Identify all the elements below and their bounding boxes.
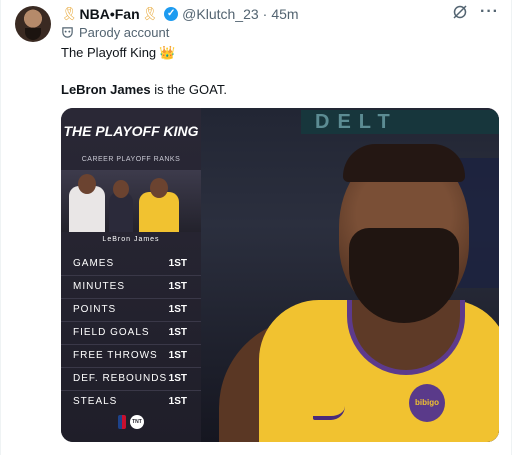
verified-badge-icon[interactable]: ✓ — [164, 7, 179, 21]
tweet[interactable]: 🎗 NBA•Fan 🎗 ✓ @Klutch_23 · 45m ··· Parod… — [0, 0, 512, 455]
avatar[interactable] — [15, 6, 51, 42]
stat-label: FIELD GOALS — [73, 327, 150, 338]
stats-panel: THE PLAYOFF KING CAREER PLAYOFF RANKS Le… — [61, 108, 201, 442]
parody-label: Parody account — [61, 25, 169, 40]
photo-figure-head — [150, 178, 168, 198]
tnt-logo-icon: TNT — [130, 414, 144, 429]
more-icon[interactable]: ··· — [480, 4, 499, 20]
video-frame[interactable]: DELT bibigo — [201, 108, 499, 442]
rank-row: POINTS 1ST — [61, 298, 201, 321]
photo-figure — [109, 192, 133, 232]
photo-figure-head — [113, 180, 129, 198]
stat-rank: 1ST — [168, 281, 187, 292]
player-hair — [343, 144, 465, 182]
stat-rank: 1ST — [168, 396, 187, 407]
panel-player-name: LeBron James — [102, 236, 160, 243]
stat-rank: 1ST — [168, 373, 187, 384]
tweet-text-rest: is the GOAT. — [150, 82, 227, 97]
rank-row: FREE THROWS 1ST — [61, 344, 201, 367]
tweet-media[interactable]: DELT bibigo THE PLAYOFF KING CAREER PLAY… — [61, 108, 499, 442]
panel-subtitle: CAREER PLAYOFF RANKS — [81, 156, 181, 163]
stat-label: POINTS — [73, 304, 117, 315]
broadcast-logos: TNT — [61, 413, 201, 431]
rank-row: FIELD GOALS 1ST — [61, 321, 201, 344]
stat-rank: 1ST — [168, 327, 187, 338]
stat-rank: 1ST — [168, 258, 187, 269]
nba-logo-icon — [118, 414, 126, 429]
crown-emoji: 👑 — [159, 45, 176, 60]
tweet-text-bold: LeBron James — [61, 82, 151, 97]
display-name[interactable]: NBA•Fan — [80, 6, 140, 22]
ribbon-icon: 🎗 — [61, 6, 78, 21]
jersey-patch: bibigo — [409, 384, 445, 422]
arena-sign: DELT — [301, 110, 499, 134]
parody-mask-icon — [62, 27, 73, 38]
photo-figure-head — [78, 174, 96, 194]
handle[interactable]: @Klutch_23 — [182, 6, 258, 22]
stat-label: DEF. REBOUNDS — [73, 373, 168, 384]
stat-label: FREE THROWS — [73, 350, 158, 361]
tweet-text-1: The Playoff King — [61, 45, 157, 60]
stat-rank: 1ST — [168, 304, 187, 315]
rank-row: DEF. REBOUNDS 1ST — [61, 367, 201, 390]
rank-row: GAMES 1ST — [61, 253, 201, 275]
tweet-text-line1: The Playoff King 👑 — [61, 45, 175, 61]
stat-label: GAMES — [73, 258, 115, 269]
rank-list: GAMES 1ST MINUTES 1ST POINTS 1ST FIELD GOAL… — [61, 253, 201, 413]
grok-icon[interactable] — [452, 4, 468, 20]
avatar-beard — [25, 28, 41, 40]
photo-figure — [139, 192, 179, 232]
stat-label: STEALS — [73, 396, 118, 407]
header-icons: ··· — [452, 4, 499, 20]
parody-text: Parody account — [79, 25, 170, 40]
tweet-header: 🎗 NBA•Fan 🎗 ✓ @Klutch_23 · 45m ··· — [61, 4, 499, 24]
panel-photo — [61, 170, 201, 232]
ribbon-icon: 🎗 — [141, 6, 159, 21]
rank-row: MINUTES 1ST — [61, 275, 201, 298]
tweet-text-line2: LeBron James is the GOAT. — [61, 82, 227, 97]
panel-title: THE PLAYOFF KING — [63, 123, 199, 139]
rank-row: STEALS 1ST — [61, 390, 201, 413]
stat-rank: 1ST — [168, 350, 187, 361]
stat-label: MINUTES — [73, 281, 125, 292]
separator: · — [262, 6, 268, 22]
timestamp[interactable]: 45m — [271, 6, 298, 22]
